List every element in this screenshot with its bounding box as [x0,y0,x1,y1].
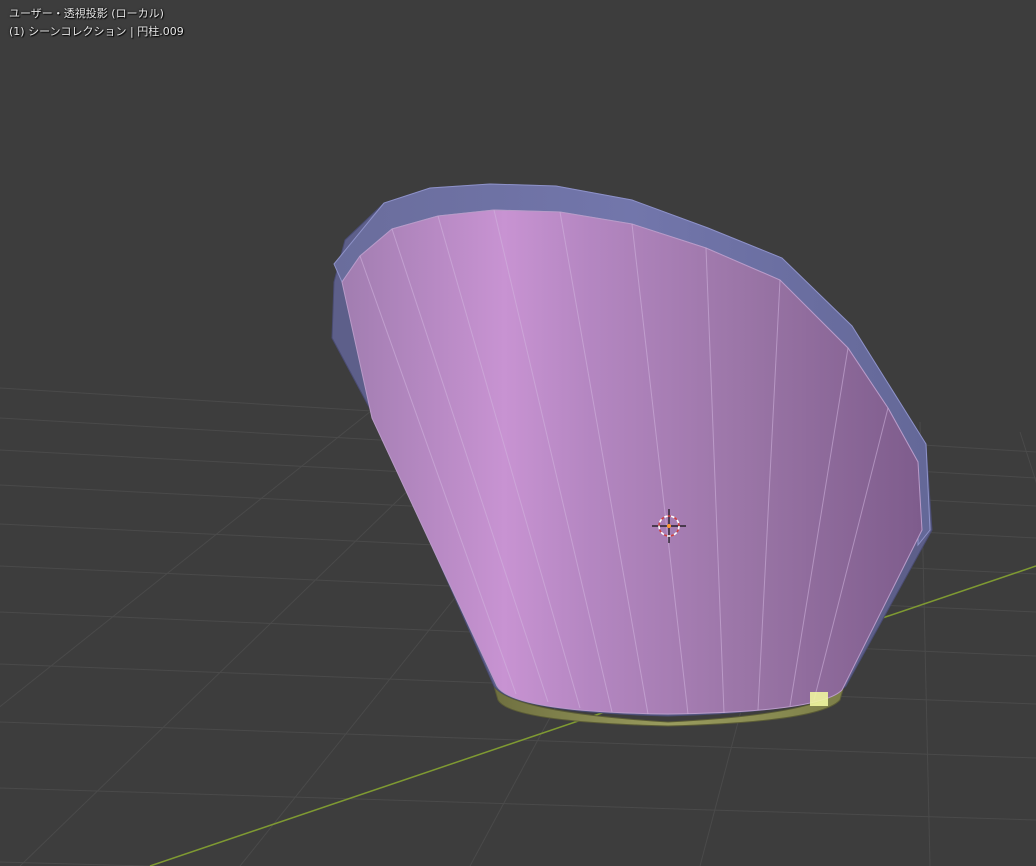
view-mode-label: ユーザー・透視投影 (ローカル) [9,7,164,20]
3d-viewport[interactable]: ユーザー・透視投影 (ローカル) (1) シーンコレクション | 円柱.009 [0,0,1036,866]
mesh-object[interactable] [331,183,933,727]
selected-vertex-highlight[interactable] [810,692,828,706]
mesh-main-face[interactable] [341,209,923,715]
collection-info-label: (1) シーンコレクション | 円柱.009 [9,25,184,38]
viewport-scene[interactable] [0,0,1036,866]
